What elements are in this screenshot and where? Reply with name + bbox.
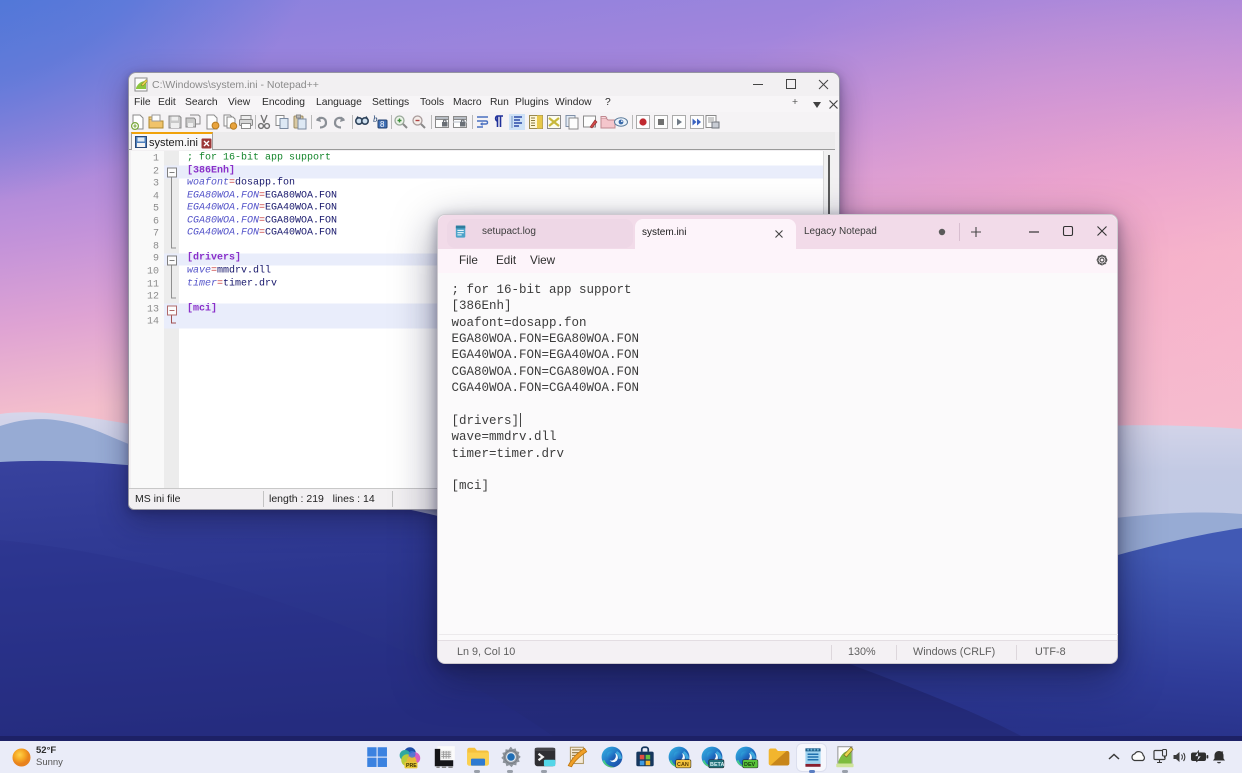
svg-text:BETA: BETA xyxy=(710,762,724,768)
svg-text:CAN: CAN xyxy=(677,762,689,768)
svg-text:PRE: PRE xyxy=(406,763,417,769)
svg-text:DEV: DEV xyxy=(744,762,756,768)
svg-text:z: z xyxy=(1221,751,1224,757)
svg-text:b: b xyxy=(373,114,378,124)
svg-text:8: 8 xyxy=(380,120,385,129)
